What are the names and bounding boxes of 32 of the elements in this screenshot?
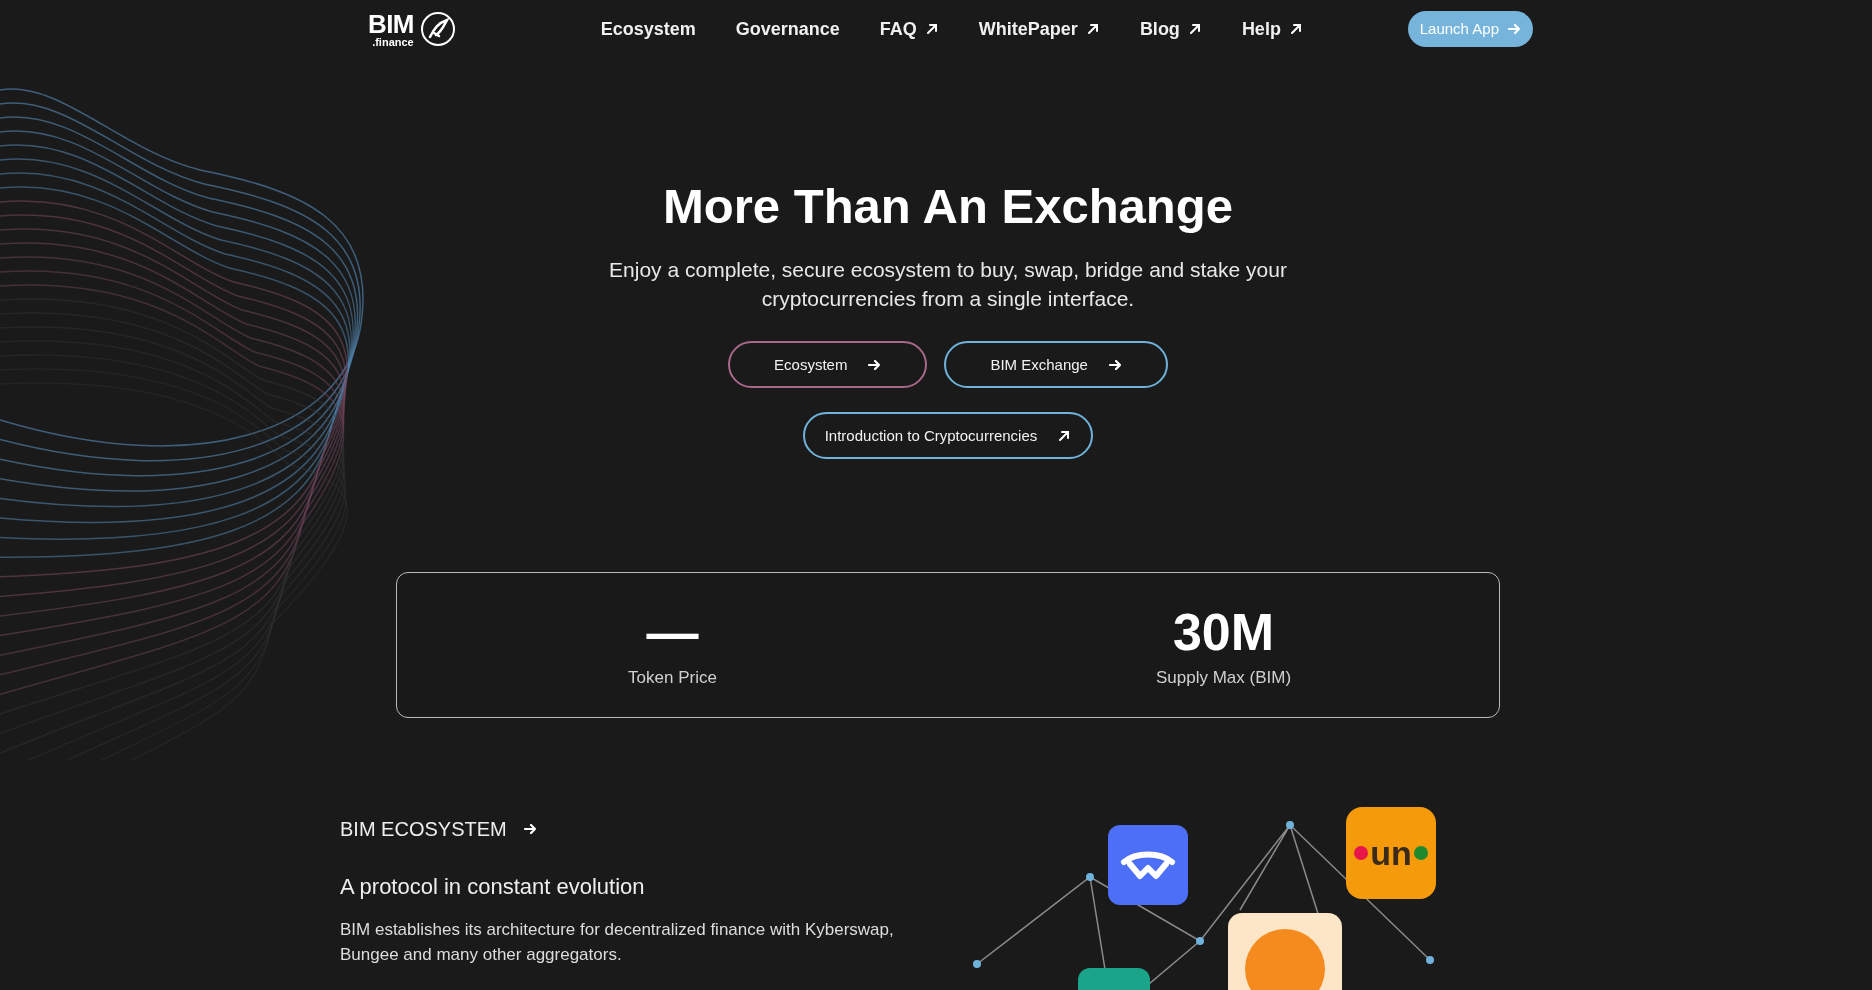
logo-suffix: .finance	[372, 36, 414, 48]
external-link-icon	[1085, 22, 1100, 36]
arrow-right-icon	[1107, 357, 1122, 372]
nav-link[interactable]: WhitePaper	[978, 15, 1100, 43]
wave-logo-icon	[1108, 825, 1188, 906]
logo-wordmark: BIM	[368, 10, 414, 37]
hero-button[interactable]: Ecosystem	[728, 341, 928, 389]
stat-value: —	[646, 602, 699, 663]
nav-link[interactable]: Help	[1241, 15, 1303, 43]
arrow-right-icon	[1507, 22, 1521, 36]
nav-link[interactable]: Blog	[1139, 15, 1202, 43]
logo-icon	[419, 11, 456, 47]
ecosystem-link[interactable]: BIM ECOSYSTEM	[340, 814, 537, 845]
hero-button[interactable]: Introduction to Cryptocurrencies	[802, 412, 1094, 460]
partner-logo-text: un	[1370, 836, 1412, 871]
arrow-right-icon	[522, 822, 537, 837]
arrow-right-icon	[867, 357, 882, 372]
stat-label: Token Price	[628, 667, 717, 689]
stat-value: 30M	[1172, 602, 1275, 663]
external-link-icon	[924, 22, 939, 36]
hero-button[interactable]: BIM Exchange	[944, 341, 1168, 389]
nav-link[interactable]: Ecosystem	[600, 15, 696, 43]
external-link-icon	[1057, 428, 1072, 443]
external-link-icon	[1187, 22, 1202, 36]
hero-subtitle: Enjoy a complete, secure ecosystem to buy, swap, bridge and stake your cryptocurrencies from a single interface.	[608, 257, 1288, 313]
section-paragraph: BIM establishes its architecture for decentralized finance with Kyberswap, Bungee and many other aggregators.	[340, 919, 895, 967]
section-heading: A protocol in constant evolution	[340, 873, 646, 902]
nav-link[interactable]: Governance	[735, 15, 840, 43]
external-link-icon	[1288, 22, 1303, 36]
nav-link[interactable]: FAQ	[879, 15, 939, 43]
hero-title: More Than An Exchange	[663, 178, 1233, 235]
stat-label: Supply Max (BIM)	[1155, 667, 1292, 689]
